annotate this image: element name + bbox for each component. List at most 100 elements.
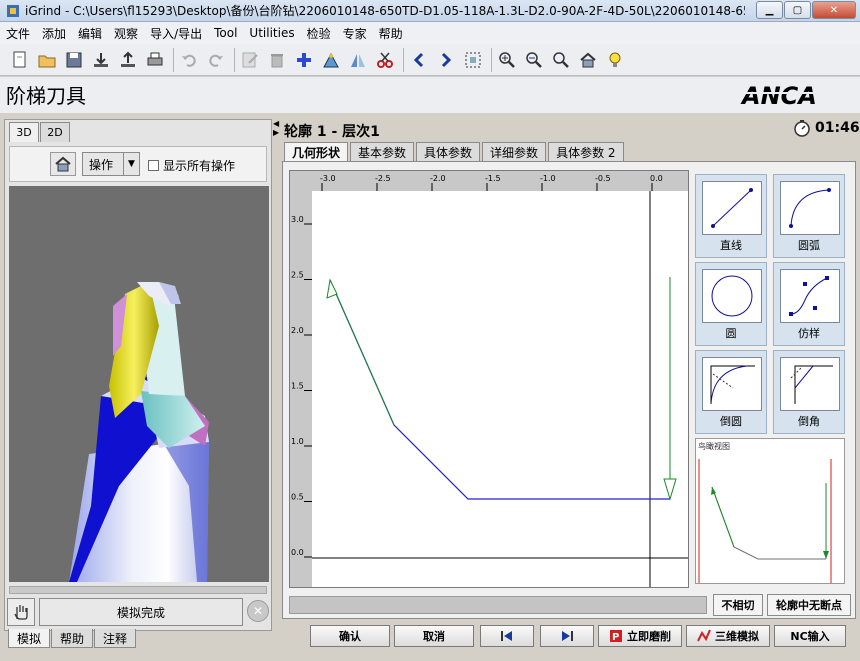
title-bar: iGrind - C:\Users\fl15293\Desktop\备份\台阶钻…: [0, 0, 860, 22]
redo-icon[interactable]: [204, 48, 228, 72]
toolbar-separator: [173, 47, 174, 72]
menu-utilities[interactable]: Utilities: [249, 26, 294, 40]
menu-help[interactable]: 帮助: [379, 25, 403, 42]
tool-fillet[interactable]: 倒圆: [695, 350, 767, 434]
no-breakpoint-button[interactable]: 轮廓中无断点: [767, 594, 851, 616]
tool-spline[interactable]: 仿样: [773, 262, 845, 346]
tab-basic-params[interactable]: 基本参数: [350, 142, 415, 161]
header: 阶梯刀具 ANCA: [0, 77, 860, 113]
maximize-button[interactable]: ▢: [784, 1, 811, 19]
profile-plot[interactable]: -3.0 -2.5 -2.0 -1.5 -1.0 -0.5 0.0 3.0 2.5 2.0 1.5…: [289, 170, 689, 588]
anca-logo: ANCA: [740, 81, 848, 110]
tip-bulb-icon[interactable]: [603, 48, 627, 72]
tool-shape-icon[interactable]: [319, 48, 343, 72]
status-row: 不相切 轮廓中无断点: [289, 594, 851, 616]
toolbar-separator: [491, 47, 492, 72]
home-icon[interactable]: [576, 48, 600, 72]
timer-value: 01:46: [815, 120, 860, 136]
menu-file[interactable]: 文件: [6, 25, 30, 42]
grind-icon: P: [610, 630, 622, 643]
tool-arc-label: 圆弧: [798, 239, 820, 252]
nc-input-button[interactable]: NC输入: [774, 625, 846, 647]
operations-select[interactable]: 操作 ▼: [82, 152, 140, 176]
next-icon[interactable]: [434, 48, 458, 72]
zoom-out-icon[interactable]: [522, 48, 546, 72]
mirror-icon[interactable]: [346, 48, 370, 72]
tab-notes[interactable]: 注释: [94, 629, 137, 648]
tool-line-label: 直线: [720, 239, 742, 252]
add-icon[interactable]: [292, 48, 316, 72]
menu-expert[interactable]: 专家: [343, 25, 367, 42]
overview-thumbnail[interactable]: 鸟瞰视图: [695, 438, 845, 584]
tab-help[interactable]: 帮助: [51, 629, 94, 648]
menu-bar: 文件 添加 编辑 观察 导入/导出 Tool Utilities 检验 专家 帮…: [0, 22, 860, 44]
close-button[interactable]: ✕: [812, 1, 856, 19]
tool-chamfer[interactable]: 倒角: [773, 350, 845, 434]
menu-add[interactable]: 添加: [42, 25, 66, 42]
grind-now-button[interactable]: P 立即磨削: [598, 625, 682, 647]
menu-edit[interactable]: 编辑: [78, 25, 102, 42]
zoom-in-icon[interactable]: [495, 48, 519, 72]
fit-view-icon[interactable]: [461, 48, 485, 72]
undo-icon[interactable]: [177, 48, 201, 72]
tool-circle[interactable]: 圆: [695, 262, 767, 346]
tab-detail-params[interactable]: 详细参数: [482, 142, 547, 161]
3d-viewport[interactable]: [9, 186, 269, 582]
profile-title: 轮廓 1 - 层次1: [284, 124, 380, 140]
step-forward-button[interactable]: [540, 625, 594, 647]
tab-geometry[interactable]: 几何形状: [284, 142, 349, 161]
new-file-icon[interactable]: [8, 48, 32, 72]
spline-icon: [780, 269, 840, 323]
menu-view[interactable]: 观察: [114, 25, 138, 42]
menu-tool[interactable]: Tool: [214, 26, 237, 40]
cut-icon[interactable]: [373, 48, 397, 72]
x-tick-label: -1.5: [485, 174, 501, 183]
tool-line[interactable]: 直线: [695, 174, 767, 258]
timer: 01:46: [793, 119, 860, 137]
x-tick-label: -2.5: [375, 174, 391, 183]
print-icon[interactable]: [143, 48, 167, 72]
tool-fillet-label: 倒圆: [720, 415, 742, 428]
profile-line[interactable]: [329, 279, 670, 500]
tab-specific-params-2[interactable]: 具体参数 2: [548, 142, 624, 161]
not-tangent-button[interactable]: 不相切: [713, 594, 763, 616]
fillet-icon: [702, 357, 762, 411]
save-icon[interactable]: [62, 48, 86, 72]
tab-simulation[interactable]: 模拟: [8, 629, 51, 648]
show-all-ops-checkbox-row[interactable]: 显示所有操作: [148, 157, 235, 174]
collapse-panel-icon[interactable]: ◀ ▶: [273, 119, 279, 137]
toolbar-separator: [234, 47, 235, 72]
previous-icon[interactable]: [407, 48, 431, 72]
home-icon: [55, 156, 71, 172]
upload-icon[interactable]: [116, 48, 140, 72]
tab-3d[interactable]: 3D: [9, 122, 39, 142]
3d-simulation-button[interactable]: 三维模拟: [686, 625, 770, 647]
toolbar-separator: [403, 47, 404, 72]
page-title: 阶梯刀具: [6, 84, 86, 108]
edit-icon[interactable]: [238, 48, 262, 72]
confirm-button[interactable]: 确认: [310, 625, 390, 647]
y-tick-label: 1.5: [291, 382, 304, 391]
circle-icon: [702, 269, 762, 323]
left-panel: 3D 2D 操作 ▼ 显示所有操作 模拟完成 ✕: [4, 119, 272, 631]
home-view-button[interactable]: [50, 152, 76, 176]
zoom-icon[interactable]: [549, 48, 573, 72]
tab-specific-params[interactable]: 具体参数: [416, 142, 481, 161]
cancel-button[interactable]: 取消: [394, 625, 474, 647]
minimize-button[interactable]: ▁: [756, 1, 783, 19]
chevron-down-icon[interactable]: ▼: [123, 153, 139, 175]
tab-2d[interactable]: 2D: [40, 122, 70, 142]
x-tick-label: 0.0: [650, 174, 663, 183]
download-icon[interactable]: [89, 48, 113, 72]
menu-import-export[interactable]: 导入/导出: [150, 25, 202, 42]
hand-icon: [14, 605, 28, 620]
menu-inspect[interactable]: 检验: [307, 25, 331, 42]
stop-simulation-icon[interactable]: ✕: [247, 600, 269, 622]
open-folder-icon[interactable]: [35, 48, 59, 72]
tool-arc[interactable]: 圆弧: [773, 174, 845, 258]
pan-hand-button[interactable]: [7, 598, 35, 626]
step-back-button[interactable]: [480, 625, 534, 647]
show-all-ops-checkbox[interactable]: [148, 160, 159, 171]
delete-icon[interactable]: [265, 48, 289, 72]
ops-row: 操作 ▼ 显示所有操作: [9, 146, 267, 182]
